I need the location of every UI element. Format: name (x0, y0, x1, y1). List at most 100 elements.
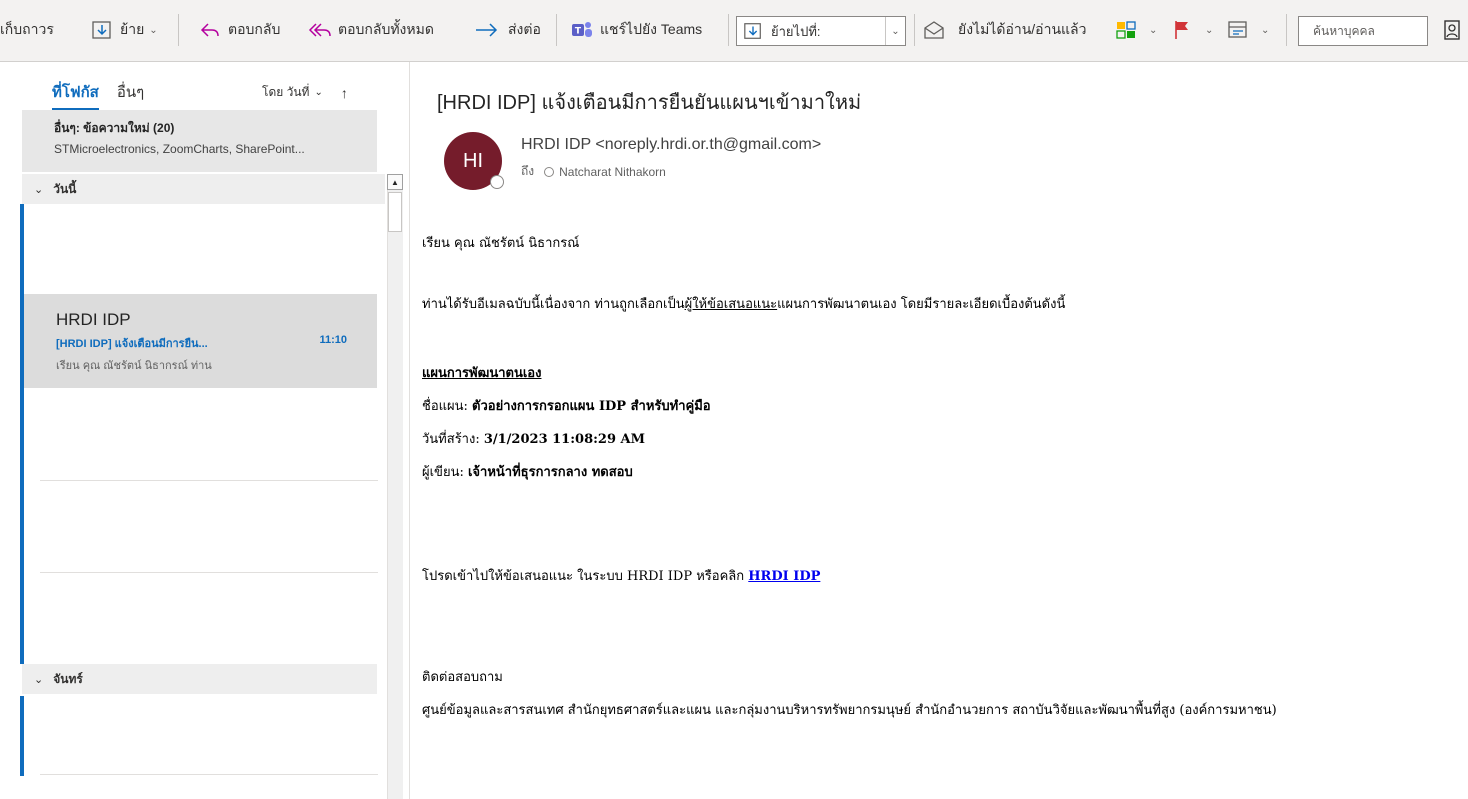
share-teams-label: แชร์ไปยัง Teams (600, 21, 703, 37)
group-header-monday[interactable]: ⌄ จันทร์ (22, 664, 377, 694)
rules-icon (1226, 18, 1250, 42)
item-sender: HRDI IDP (56, 310, 131, 329)
forward-icon (472, 18, 502, 42)
recipient-line: ถึง Natcharat Nithakorn (521, 162, 666, 181)
search-people-input[interactable]: ค้นหาบุคคล (1298, 16, 1428, 46)
chevron-down-icon[interactable]: ⌄ (885, 17, 905, 45)
message-list-scrollbar[interactable] (387, 174, 403, 799)
read-unread-label: ยังไม่ได้อ่าน/อ่านแล้ว (958, 21, 1087, 37)
plan-name-label: ชื่อแผน: (422, 399, 473, 414)
chevron-down-icon: ⌄ (1149, 24, 1158, 36)
created-date-line: วันที่สร้าง: 3/1/2023 11:08:29 AM (422, 428, 645, 449)
chevron-down-icon: ⌄ (34, 183, 44, 196)
plan-name-line: ชื่อแผน: ตัวอย่างการกรอกแผน IDP สำหรับทำ… (422, 395, 711, 416)
teams-icon: T (570, 18, 594, 42)
recipient-name[interactable]: Natcharat Nithakorn (559, 165, 666, 179)
toolbar-divider (178, 14, 179, 46)
read-unread-button[interactable]: ยังไม่ได้อ่าน/อ่านแล้ว (922, 12, 1086, 48)
address-book-icon (1440, 18, 1464, 42)
forward-button[interactable]: ส่งต่อ (472, 12, 541, 48)
sort-direction-icon[interactable]: ↑ (341, 85, 348, 101)
reply-all-button[interactable]: ตอบกลับทั้งหมด (308, 12, 434, 48)
forward-label: ส่งต่อ (508, 21, 541, 37)
created-label: วันที่สร้าง: (422, 432, 484, 447)
cta-text: โปรดเข้าไปให้ข้อเสนอแนะ ในระบบ HRDI IDP … (422, 569, 749, 584)
message-list-pane: ที่โฟกัส อื่นๆ โดย วันที่ ⌄ ↑ อื่นๆ: ข้อ… (0, 62, 410, 799)
intro-after: แผนการพัฒนาตนเอง โดยมีรายละเอียดเบื้องต้… (777, 297, 1066, 312)
toolbar-divider (1286, 14, 1287, 46)
reading-pane: [HRDI IDP] แจ้งเตือนมีการยืนยันแผนฯเข้าม… (411, 62, 1468, 799)
plan-heading-text: แผนการพัฒนาตนเอง (422, 366, 542, 381)
categorize-button[interactable]: ⌄ (1114, 12, 1157, 48)
chevron-down-icon: ⌄ (1205, 24, 1214, 36)
move-button[interactable]: ย้าย ⌄ (90, 12, 158, 48)
unread-accent-bar (20, 696, 24, 776)
presence-status-icon (490, 175, 504, 189)
group-monday-label: จันทร์ (53, 671, 83, 686)
archive-label: เก็บถาวร (0, 21, 54, 37)
chevron-down-icon: ⌄ (314, 87, 323, 98)
intro-underlined: ผู้ให้ข้อเสนอแนะ (684, 297, 778, 312)
reply-all-label: ตอบกลับทั้งหมด (338, 21, 434, 37)
reply-button[interactable]: ตอบกลับ (198, 12, 280, 48)
tab-focused[interactable]: ที่โฟกัส (52, 80, 99, 110)
tab-other[interactable]: อื่นๆ (117, 80, 144, 110)
ribbon-toolbar: เก็บถาวร ย้าย ⌄ ตอบกลับ ตอบกลับทั้งหมด ส… (0, 0, 1468, 62)
envelope-open-icon (922, 18, 946, 42)
to-label: ถึง (521, 164, 535, 178)
email-subject: [HRDI IDP] แจ้งเตือนมีการยืนยันแผนฯเข้าม… (437, 92, 862, 114)
author-line: ผู้เขียน: เจ้าหน้าที่ธุรการกลาง ทดสอบ (422, 461, 633, 482)
cta-line: โปรดเข้าไปให้ข้อเสนอแนะ ในระบบ HRDI IDP … (422, 565, 820, 586)
reply-icon (198, 18, 222, 42)
move-to-combo[interactable]: ย้ายไปที่: ⌄ (736, 16, 906, 46)
flag-icon (1170, 18, 1194, 42)
scroll-up-arrow-icon[interactable]: ▲ (387, 174, 403, 190)
move-icon (90, 18, 114, 42)
other-banner-senders: STMicroelectronics, ZoomCharts, SharePoi… (54, 142, 305, 156)
plan-name-value: ตัวอย่างการกรอกแผน IDP สำหรับทำคู่มือ (472, 399, 711, 414)
list-item-selected[interactable]: HRDI IDP [HRDI IDP] แจ้งเตือนมีการยืน...… (24, 294, 377, 388)
created-value: 3/1/2023 11:08:29 AM (483, 432, 646, 447)
sender-address[interactable]: HRDI IDP <noreply.hrdi.or.th@gmail.com> (521, 136, 821, 154)
reply-label: ตอบกลับ (228, 21, 281, 37)
avatar-initials: HI (463, 149, 483, 172)
scrollbar-thumb[interactable] (388, 192, 402, 232)
toolbar-divider (556, 14, 557, 46)
rules-button[interactable]: ⌄ (1226, 12, 1269, 48)
flag-button[interactable]: ⌄ (1170, 12, 1213, 48)
chevron-down-icon: ⌄ (1261, 24, 1270, 36)
hrdi-idp-link[interactable]: HRDI IDP (748, 569, 820, 584)
author-label: ผู้เขียน: (422, 465, 468, 480)
group-header-today[interactable]: ⌄ วันนี้ (22, 174, 385, 204)
chevron-down-icon: ⌄ (34, 673, 44, 686)
toolbar-divider (728, 14, 729, 46)
list-divider (40, 572, 378, 573)
other-inbox-banner[interactable]: อื่นๆ: ข้อความใหม่ (20) STMicroelectroni… (22, 110, 377, 172)
move-to-icon (743, 21, 765, 41)
svg-text:T: T (575, 27, 582, 37)
other-banner-title: อื่นๆ: ข้อความใหม่ (20) (54, 121, 175, 135)
inbox-tabs: ที่โฟกัส อื่นๆ (52, 80, 144, 110)
list-divider (40, 480, 378, 481)
archive-button[interactable]: เก็บถาวร (0, 12, 54, 48)
list-divider (40, 774, 378, 775)
toolbar-divider (914, 14, 915, 46)
categorize-icon (1114, 18, 1138, 42)
chevron-down-icon: ⌄ (149, 24, 158, 36)
search-people-placeholder: ค้นหาบุคคล (1313, 23, 1375, 38)
intro-before: ท่านได้รับอีเมลฉบับนี้เนื่องจาก ท่านถูกเ… (422, 297, 685, 312)
address-book-button[interactable] (1440, 12, 1468, 48)
contact-heading: ติดต่อสอบถาม (422, 670, 503, 685)
reply-all-icon (308, 18, 332, 42)
item-preview: เรียน คุณ ณัชรัตน์ นิธากรณ์ ท่าน (56, 360, 212, 372)
sort-by-date-button[interactable]: โดย วันที่ ⌄ ↑ (262, 83, 348, 102)
item-subject: [HRDI IDP] แจ้งเตือนมีการยืน... (56, 338, 208, 350)
item-time: 11:10 (319, 334, 347, 346)
email-intro: ท่านได้รับอีเมลฉบับนี้เนื่องจาก ท่านถูกเ… (422, 293, 1065, 314)
author-value: เจ้าหน้าที่ธุรการกลาง ทดสอบ (467, 465, 633, 480)
presence-ring-icon (544, 166, 555, 177)
plan-heading: แผนการพัฒนาตนเอง (422, 362, 541, 383)
share-teams-button[interactable]: T แชร์ไปยัง Teams (570, 12, 702, 48)
group-today-label: วันนี้ (53, 181, 77, 196)
move-to-placeholder: ย้ายไปที่: (771, 23, 821, 39)
